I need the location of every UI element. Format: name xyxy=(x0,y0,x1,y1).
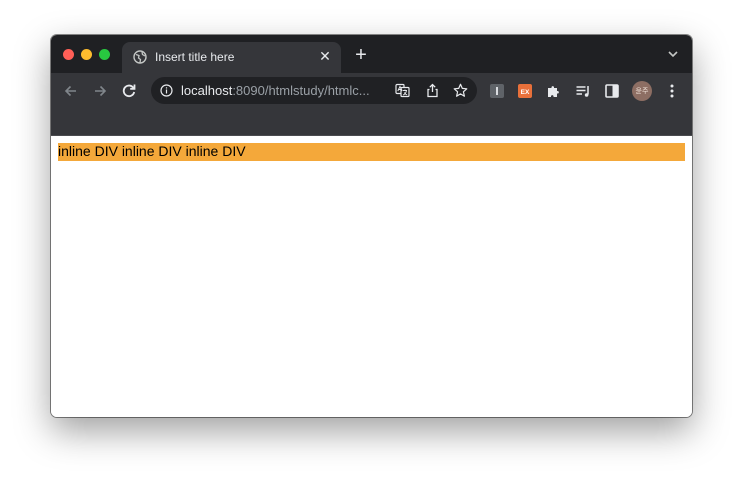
svg-text:EX: EX xyxy=(521,89,530,96)
reload-icon[interactable] xyxy=(119,81,139,101)
arrow-left-icon[interactable] xyxy=(61,81,81,101)
tab-search-chevron-icon[interactable] xyxy=(666,47,680,61)
kebab-menu-icon[interactable] xyxy=(665,83,679,99)
share-icon[interactable] xyxy=(425,83,440,98)
arrow-right-icon[interactable] xyxy=(90,81,110,101)
inline-div: inline DIV xyxy=(58,143,118,159)
site-info-icon[interactable] xyxy=(160,84,173,97)
reading-list-icon[interactable] xyxy=(575,83,591,99)
url-text[interactable]: localhost:8090/htmlstudy/htmlc... xyxy=(181,83,370,98)
translate-icon[interactable] xyxy=(395,83,410,98)
bookmark-bar xyxy=(51,109,692,136)
minimize-window-button[interactable] xyxy=(81,49,92,60)
orange-container: inline DIV inline DIV inline DIV xyxy=(58,143,685,161)
star-icon[interactable] xyxy=(453,83,468,98)
page-content: inline DIV inline DIV inline DIV xyxy=(51,136,692,417)
puzzle-icon[interactable] xyxy=(546,83,562,99)
ex-extension-icon[interactable]: EX xyxy=(517,83,533,99)
i-extension-icon[interactable] xyxy=(489,83,505,99)
zoom-window-button[interactable] xyxy=(99,49,110,60)
browser-toolbar: localhost:8090/htmlstudy/htmlc... EX 윤주 xyxy=(51,73,692,109)
avatar[interactable]: 윤주 xyxy=(632,81,652,101)
url-path: :8090/htmlstudy/htmlc... xyxy=(232,83,370,98)
title-bar: Insert title here ✕ + xyxy=(51,35,692,73)
globe-icon xyxy=(133,50,147,64)
tab-close-icon[interactable]: ✕ xyxy=(317,48,333,64)
address-bar[interactable]: localhost:8090/htmlstudy/htmlc... xyxy=(151,77,477,104)
inline-div: inline DIV xyxy=(185,143,246,159)
browser-tab[interactable]: Insert title here ✕ xyxy=(122,42,341,73)
tab-title: Insert title here xyxy=(155,50,235,64)
browser-window: Insert title here ✕ + localhost:8090/htm… xyxy=(51,35,692,417)
inline-div: inline DIV xyxy=(121,143,182,159)
url-host: localhost xyxy=(181,83,233,98)
side-panel-icon[interactable] xyxy=(604,83,620,99)
new-tab-button[interactable]: + xyxy=(352,45,370,65)
close-window-button[interactable] xyxy=(63,49,74,60)
